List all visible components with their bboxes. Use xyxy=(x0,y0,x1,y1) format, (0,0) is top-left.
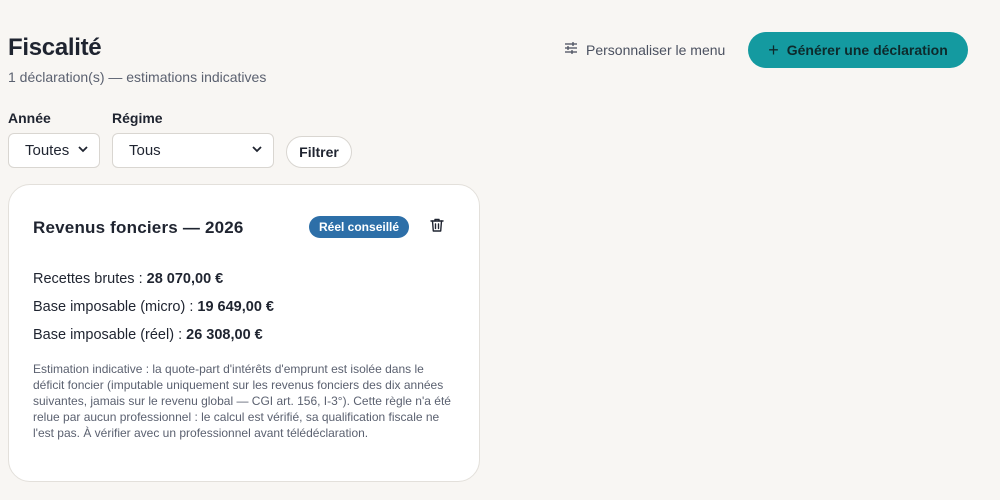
chevron-down-icon xyxy=(77,142,89,159)
taxable-base-real: Base imposable (réel) : 26 308,00 € xyxy=(33,327,263,343)
page-title: Fiscalité xyxy=(8,34,102,61)
regime-filter-label: Régime xyxy=(112,110,163,126)
estimation-note: Estimation indicative : la quote-part d'… xyxy=(33,362,451,440)
tax-page: Fiscalité 1 déclaration(s) — estimations… xyxy=(0,0,1000,500)
filter-button[interactable]: Filtrer xyxy=(286,136,352,168)
plus-icon: + xyxy=(768,40,779,60)
regime-badge: Réel conseillé xyxy=(309,216,410,238)
gross-receipts-label: Recettes brutes : xyxy=(33,271,147,287)
gross-receipts: Recettes brutes : 28 070,00 € xyxy=(33,271,223,287)
customize-menu-link[interactable]: Personnaliser le menu xyxy=(563,40,725,59)
gross-receipts-value: 28 070,00 € xyxy=(146,271,224,287)
delete-declaration-button[interactable] xyxy=(427,217,447,237)
customize-menu-label: Personnaliser le menu xyxy=(586,41,726,58)
declaration-card: Revenus fonciers — 2026 Réel conseillé R… xyxy=(8,184,480,482)
taxable-base-real-label: Base imposable (réel) : xyxy=(33,327,187,343)
taxable-base-micro: Base imposable (micro) : 19 649,00 € xyxy=(33,299,274,315)
year-select-value: Toutes xyxy=(25,142,70,159)
generate-declaration-label: Générer une déclaration xyxy=(786,42,948,58)
sliders-icon xyxy=(563,40,579,59)
page-subtitle: 1 déclaration(s) — estimations indicativ… xyxy=(8,69,267,85)
year-filter-label: Année xyxy=(8,110,51,126)
year-select[interactable]: Toutes xyxy=(8,133,100,168)
taxable-base-real-value: 26 308,00 € xyxy=(186,327,263,343)
taxable-base-micro-label: Base imposable (micro) : xyxy=(33,299,198,315)
generate-declaration-button[interactable]: + Générer une déclaration xyxy=(748,32,968,68)
trash-icon xyxy=(429,217,445,238)
declaration-title: Revenus fonciers — 2026 xyxy=(33,218,244,237)
taxable-base-micro-value: 19 649,00 € xyxy=(197,299,274,315)
regime-select-value: Tous xyxy=(129,142,161,159)
chevron-down-icon xyxy=(251,142,263,159)
regime-select[interactable]: Tous xyxy=(112,133,274,168)
